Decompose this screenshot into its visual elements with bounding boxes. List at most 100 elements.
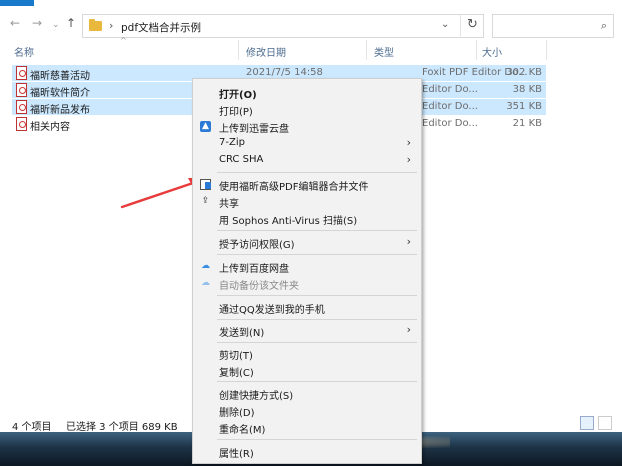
item-count: 4 个项目 <box>12 422 52 433</box>
menu-item-label: 通过QQ发送到我的手机 <box>219 305 325 316</box>
details-view-icon[interactable] <box>580 416 594 430</box>
menu-item-properties[interactable]: 属性(R) <box>193 443 421 460</box>
file-type: Editor Do... <box>422 101 478 112</box>
menu-item-share[interactable]: ⇪ 共享 <box>193 193 421 210</box>
pdf-file-icon <box>16 66 27 80</box>
menu-item-label: 使用福昕高级PDF编辑器合并文件 <box>219 182 369 193</box>
file-type: Editor Do... <box>422 84 478 95</box>
large-icons-view-icon[interactable] <box>598 416 612 430</box>
path-separator: › <box>109 19 114 32</box>
folder-icon <box>89 19 102 31</box>
menu-separator <box>217 295 417 296</box>
menu-separator <box>217 254 417 255</box>
file-modified: 2021/7/5 14:58 <box>246 67 323 78</box>
column-divider[interactable] <box>476 40 477 60</box>
menu-item-auto-backup: ☁ 自动备份该文件夹 <box>193 275 421 292</box>
baidu-cloud-icon: ☁ <box>201 278 210 288</box>
address-path[interactable]: pdf文档合并示例 <box>121 20 201 35</box>
menu-item-create-shortcut[interactable]: 创建快捷方式(S) <box>193 385 421 402</box>
menu-separator <box>217 381 417 382</box>
menu-item-label: 复制(C) <box>219 368 254 379</box>
search-icon: ⌕ <box>600 19 607 32</box>
menu-item-label: CRC SHA <box>219 154 264 165</box>
navigation-bar: ← → ⌄ ↑ › pdf文档合并示例 ⌄ ↻ ⌕ <box>0 6 622 40</box>
pdf-file-icon <box>16 83 27 97</box>
menu-item-xunlei-upload[interactable]: ▲ 上传到迅雷云盘 <box>193 118 421 135</box>
menu-item-label: 共享 <box>219 199 239 210</box>
menu-item-7zip[interactable]: 7-Zip › <box>193 135 421 152</box>
menu-item-label: 上传到百度网盘 <box>219 264 289 275</box>
pdf-file-icon <box>16 117 27 131</box>
menu-item-sophos-scan[interactable]: 用 Sophos Anti-Virus 扫描(S) <box>193 210 421 227</box>
search-input[interactable]: ⌕ <box>492 14 614 38</box>
menu-separator <box>217 342 417 343</box>
column-name[interactable]: 名称 <box>14 44 34 59</box>
column-size[interactable]: 大小 <box>482 44 502 59</box>
chevron-down-icon[interactable]: ⌄ <box>52 18 60 32</box>
menu-item-cut[interactable]: 剪切(T) <box>193 345 421 362</box>
refresh-icon: ↻ <box>467 17 478 32</box>
menu-separator <box>217 230 417 231</box>
file-name: 相关内容 <box>30 122 70 133</box>
file-name: 福昕软件简介 <box>30 88 90 99</box>
menu-item-label: 剪切(T) <box>219 351 253 362</box>
menu-separator <box>217 172 417 173</box>
menu-item-grant-access[interactable]: 授予访问权限(G) › <box>193 234 421 251</box>
menu-item-merge-pdf[interactable]: 使用福昕高级PDF编辑器合并文件 <box>193 176 421 193</box>
menu-item-label: 7-Zip <box>219 137 245 148</box>
menu-item-open[interactable]: 打开(O) <box>193 84 421 101</box>
submenu-chevron-icon: › <box>406 323 411 336</box>
file-size: 21 KB <box>512 118 542 129</box>
baidu-cloud-icon: ☁ <box>201 261 210 271</box>
menu-item-label: 删除(D) <box>219 408 255 419</box>
submenu-chevron-icon: › <box>406 136 411 149</box>
menu-item-label: 发送到(N) <box>219 328 265 339</box>
menu-item-label: 授予访问权限(G) <box>219 240 295 251</box>
file-size: 351 KB <box>506 101 542 112</box>
menu-separator <box>217 439 417 440</box>
file-size: 38 KB <box>512 84 542 95</box>
menu-item-label: 打开(O) <box>219 90 257 101</box>
sort-caret-icon: ^ <box>120 36 127 45</box>
column-headers: ^ 名称 修改日期 类型 大小 <box>0 36 622 62</box>
back-arrow-icon[interactable]: ← <box>10 16 20 30</box>
file-size: 302 KB <box>506 67 542 78</box>
file-name: 福昕新品发布 <box>30 105 90 116</box>
menu-item-crc-sha[interactable]: CRC SHA › <box>193 152 421 169</box>
column-modified[interactable]: 修改日期 <box>246 44 286 59</box>
up-arrow-icon[interactable]: ↑ <box>66 16 76 30</box>
menu-item-rename[interactable]: 重命名(M) <box>193 419 421 436</box>
column-type[interactable]: 类型 <box>374 44 394 59</box>
share-icon: ⇪ <box>201 196 210 206</box>
menu-item-label: 创建快捷方式(S) <box>219 391 294 402</box>
context-menu: 打开(O) 打印(P) ▲ 上传到迅雷云盘 7-Zip › CRC SHA › … <box>192 78 422 464</box>
menu-item-label: 重命名(M) <box>219 425 266 436</box>
column-divider[interactable] <box>546 40 547 60</box>
column-divider[interactable] <box>366 40 367 60</box>
menu-item-print[interactable]: 打印(P) <box>193 101 421 118</box>
merge-pdf-icon <box>200 179 211 190</box>
cloud-upload-icon: ▲ <box>200 121 211 132</box>
menu-item-label: 上传到迅雷云盘 <box>219 124 289 135</box>
column-divider[interactable] <box>238 40 239 60</box>
menu-item-send-to[interactable]: 发送到(N) › <box>193 322 421 339</box>
forward-arrow-icon[interactable]: → <box>32 16 42 30</box>
selection-info: 已选择 3 个项目 689 KB <box>66 422 178 433</box>
menu-item-label: 用 Sophos Anti-Virus 扫描(S) <box>219 216 358 227</box>
menu-item-copy[interactable]: 复制(C) <box>193 362 421 379</box>
refresh-button[interactable]: ↻ <box>460 14 484 38</box>
address-dropdown-icon[interactable]: ⌄ <box>441 19 449 30</box>
menu-item-label: 打印(P) <box>219 107 253 118</box>
pdf-file-icon <box>16 100 27 114</box>
menu-item-qq-send[interactable]: 通过QQ发送到我的手机 <box>193 299 421 316</box>
menu-item-baidu-upload[interactable]: ☁ 上传到百度网盘 <box>193 258 421 275</box>
submenu-chevron-icon: › <box>406 153 411 166</box>
menu-item-label: 属性(R) <box>219 449 254 460</box>
menu-separator <box>217 319 417 320</box>
menu-item-delete[interactable]: 删除(D) <box>193 402 421 419</box>
submenu-chevron-icon: › <box>406 235 411 248</box>
address-bar[interactable]: › pdf文档合并示例 ⌄ <box>82 14 484 38</box>
file-type: Editor Do... <box>422 118 478 129</box>
menu-item-label: 自动备份该文件夹 <box>219 281 299 292</box>
file-name: 福昕慈善活动 <box>30 71 90 82</box>
